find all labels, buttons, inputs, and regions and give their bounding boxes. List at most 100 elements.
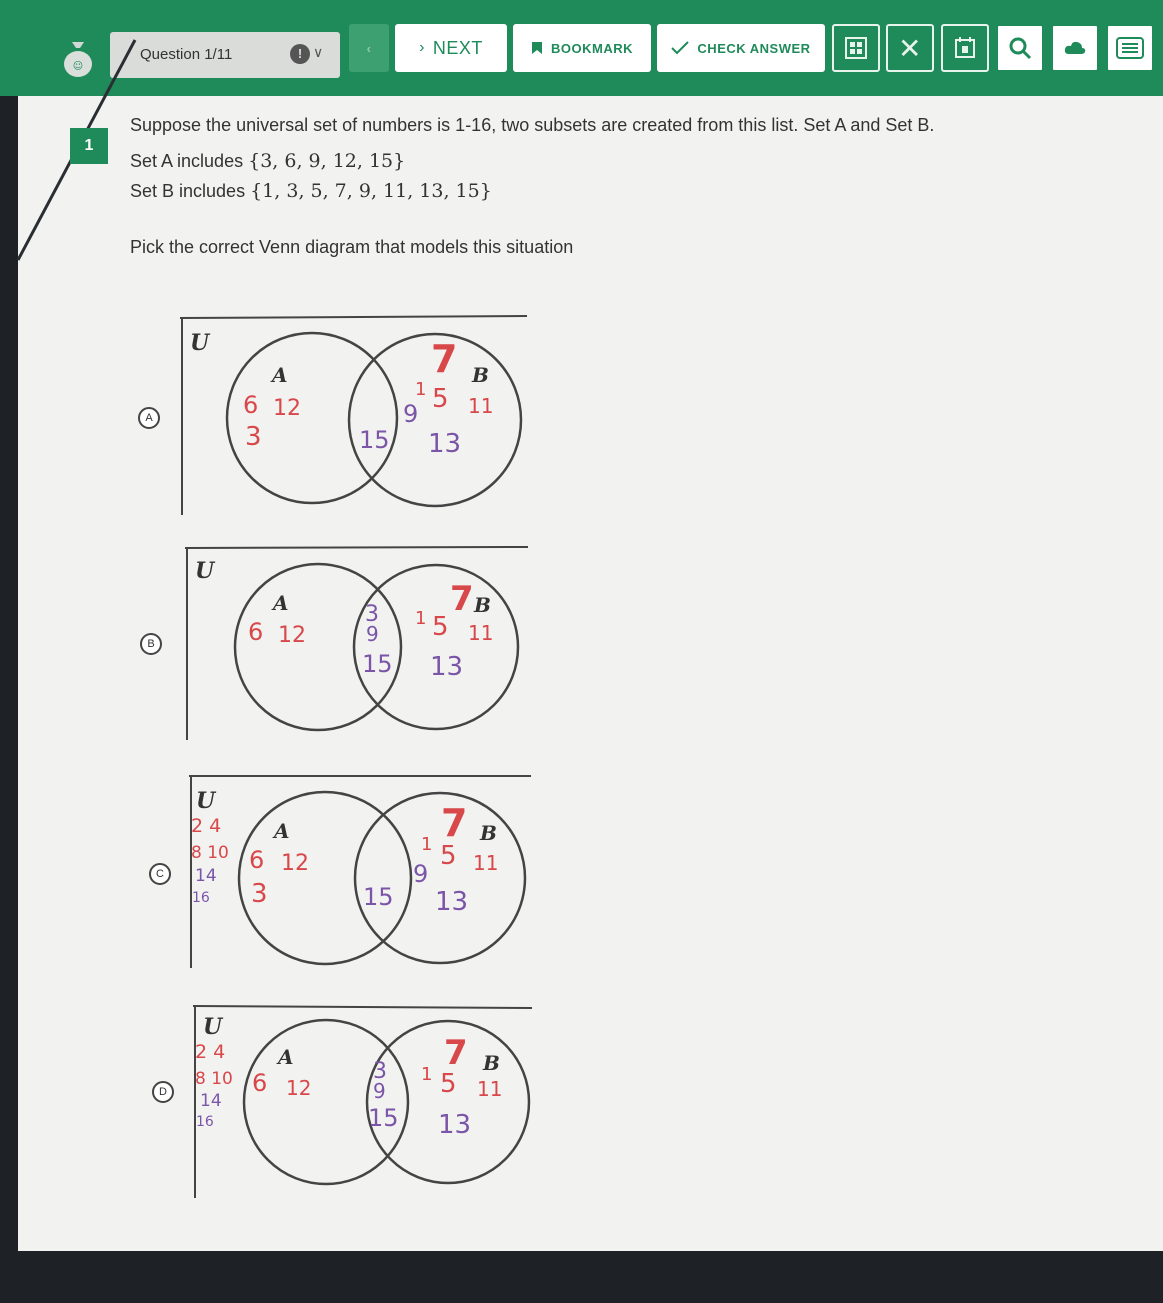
universe-label: U xyxy=(195,558,216,584)
calendar-icon xyxy=(955,37,975,58)
set-b-label: B xyxy=(473,593,491,617)
region-value: 12 xyxy=(273,396,301,421)
region-value: 15 xyxy=(359,426,390,454)
set-b-label: B xyxy=(471,363,489,387)
text-to-speech-button[interactable] xyxy=(1051,24,1099,72)
magnifier-button[interactable] xyxy=(996,24,1044,72)
set-a-line: Set A includes {3, 6, 9, 12, 15} xyxy=(130,150,405,172)
region-value: 9 xyxy=(366,622,379,646)
region-value: 9 xyxy=(373,1079,386,1103)
region-value: 13 xyxy=(428,429,461,459)
region-value: 7 xyxy=(450,579,474,619)
option-a-radio[interactable]: A xyxy=(138,407,160,429)
bookmark-button[interactable]: BOOKMARK xyxy=(513,24,651,72)
universe-label: U xyxy=(190,330,211,356)
option-c-venn-diagram[interactable]: U 2 4 8 10 14 16 A B 6 12 3 15 7 1 5 11 … xyxy=(183,768,538,973)
region-value: 15 xyxy=(363,883,394,911)
search-icon xyxy=(1009,37,1032,60)
previous-button[interactable]: ‹ xyxy=(349,24,389,72)
set-b-prefix: Set B includes xyxy=(130,181,246,201)
next-button-label: NEXT xyxy=(432,37,483,58)
option-d-radio[interactable]: D xyxy=(152,1081,174,1103)
universe-label: U xyxy=(196,788,217,814)
region-value: 1 xyxy=(415,608,426,629)
option-d-venn-diagram[interactable]: U 2 4 8 10 14 16 A B 6 12 3 9 15 7 1 5 1… xyxy=(186,998,538,1203)
region-value: 11 xyxy=(477,1077,502,1101)
chevron-right-icon: › xyxy=(419,39,425,56)
region-value: 6 xyxy=(248,618,263,646)
chevron-left-icon: ‹ xyxy=(366,40,372,56)
set-a-label: A xyxy=(276,1045,294,1069)
check-answer-label: CHECK ANSWER xyxy=(697,40,811,56)
set-b-line: Set B includes {1, 3, 5, 7, 9, 11, 13, 1… xyxy=(130,180,492,202)
region-value: 3 xyxy=(245,422,262,452)
set-a-elements: {3, 6, 9, 12, 15} xyxy=(248,150,406,172)
set-a-label: A xyxy=(270,363,288,387)
question-selector-label: Question 1/11 xyxy=(140,46,233,63)
set-a-prefix: Set A includes xyxy=(130,151,244,171)
region-value: 15 xyxy=(368,1104,399,1132)
region-value: 1 xyxy=(421,834,432,855)
calculator-button[interactable] xyxy=(832,24,880,72)
set-b-elements: {1, 3, 5, 7, 9, 11, 13, 15} xyxy=(250,180,492,202)
region-value: 11 xyxy=(468,394,493,418)
outside-value: 14 xyxy=(195,866,217,886)
region-value: 1 xyxy=(421,1064,432,1085)
outside-value: 2 4 xyxy=(195,1041,225,1063)
region-value: 13 xyxy=(435,887,468,917)
region-value: 9 xyxy=(413,860,428,888)
check-answer-button[interactable]: CHECK ANSWER xyxy=(657,24,825,72)
question-selector[interactable]: Question 1/11 ! ∨ xyxy=(110,32,340,78)
question-intro: Suppose the universal set of numbers is … xyxy=(130,115,935,135)
region-value: 6 xyxy=(243,391,258,419)
outside-value: 2 4 xyxy=(191,815,221,837)
region-value: 13 xyxy=(438,1110,471,1140)
region-value: 6 xyxy=(249,846,264,874)
region-value: 9 xyxy=(403,400,418,428)
region-value: 13 xyxy=(430,652,463,682)
calendar-button[interactable] xyxy=(941,24,989,72)
region-value: 5 xyxy=(432,384,449,414)
calculator-icon xyxy=(845,37,867,59)
region-value: 12 xyxy=(286,1076,311,1100)
outside-value: 14 xyxy=(200,1091,222,1111)
option-b-radio[interactable]: B xyxy=(140,633,162,655)
region-value: 5 xyxy=(440,841,457,871)
checkmark-icon xyxy=(671,41,690,55)
option-a-venn-diagram[interactable]: U A B 6 12 3 15 7 1 5 11 9 13 xyxy=(175,310,535,520)
universe-label: U xyxy=(203,1014,224,1040)
region-value: 5 xyxy=(440,1069,457,1099)
region-value: 1 xyxy=(415,379,426,400)
close-button[interactable]: ✕ xyxy=(886,24,934,72)
close-icon: ✕ xyxy=(898,32,922,64)
outside-value: 16 xyxy=(192,890,210,906)
menu-icon xyxy=(1116,37,1144,59)
region-value: 3 xyxy=(251,879,268,909)
set-a-label: A xyxy=(272,819,290,843)
outside-value: 8 10 xyxy=(191,843,229,863)
next-button[interactable]: › NEXT xyxy=(395,24,507,72)
region-value: 12 xyxy=(281,851,309,876)
menu-button[interactable] xyxy=(1106,24,1154,72)
region-value: 5 xyxy=(432,612,449,642)
question-number-badge: 1 xyxy=(70,128,108,164)
set-b-label: B xyxy=(479,821,497,845)
region-value: 6 xyxy=(252,1069,267,1097)
bookmark-icon xyxy=(532,42,542,54)
bookmark-button-label: BOOKMARK xyxy=(551,40,633,56)
region-value: 15 xyxy=(362,650,393,678)
option-b-venn-diagram[interactable]: U A B 6 12 3 9 15 7 1 5 11 13 xyxy=(178,540,538,745)
set-b-label: B xyxy=(482,1051,500,1075)
set-a-label: A xyxy=(271,591,289,615)
option-c-radio[interactable]: C xyxy=(149,863,171,885)
region-value: 12 xyxy=(278,623,306,648)
outside-value: 8 10 xyxy=(195,1069,233,1089)
region-value: 7 xyxy=(431,337,457,381)
region-value: 11 xyxy=(473,851,498,875)
question-prompt: Pick the correct Venn diagram that model… xyxy=(130,237,574,257)
region-value: 7 xyxy=(444,1033,468,1073)
cloud-icon xyxy=(1064,41,1086,54)
region-value: 11 xyxy=(468,621,493,645)
region-value: 7 xyxy=(441,801,467,845)
outside-value: 16 xyxy=(196,1114,214,1130)
